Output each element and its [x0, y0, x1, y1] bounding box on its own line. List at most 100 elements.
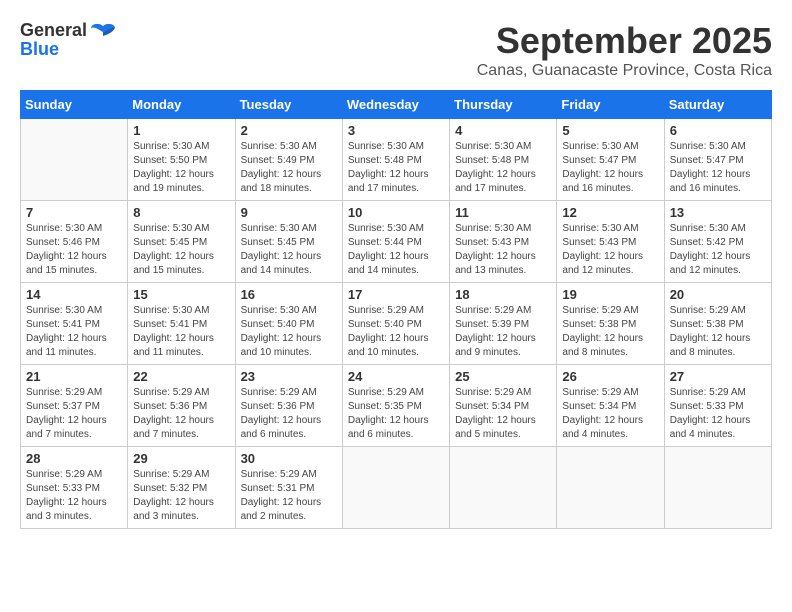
day-number: 13 — [670, 205, 766, 220]
page-header: General Blue September 2025 Canas, Guana… — [20, 20, 772, 80]
calendar-cell: 11Sunrise: 5:30 AM Sunset: 5:43 PM Dayli… — [450, 201, 557, 283]
weekday-header-friday: Friday — [557, 91, 664, 119]
calendar-table: SundayMondayTuesdayWednesdayThursdayFrid… — [20, 90, 772, 529]
month-title: September 2025 — [477, 20, 772, 62]
day-number: 12 — [562, 205, 658, 220]
day-number: 27 — [670, 369, 766, 384]
day-info: Sunrise: 5:30 AM Sunset: 5:45 PM Dayligh… — [241, 222, 337, 278]
day-number: 24 — [348, 369, 444, 384]
calendar-cell: 15 Sunrise: 5:30 AM Sunset: 5:41 PM Dayli… — [128, 283, 235, 365]
calendar-cell — [450, 447, 557, 529]
calendar-cell: 2 Sunrise: 5:30 AM Sunset: 5:49 PM Daylig… — [235, 119, 342, 201]
calendar-cell: 19Sunrise: 5:29 AM Sunset: 5:38 PM Dayli… — [557, 283, 664, 365]
calendar-week-5: 28Sunrise: 5:29 AM Sunset: 5:33 PM Dayli… — [21, 447, 772, 529]
day-info: Sunrise: 5:29 AM Sunset: 5:32 PM Dayligh… — [133, 468, 229, 524]
day-number: 30 — [241, 451, 337, 466]
calendar-cell: 30 Sunrise: 5:29 AM Sunset: 5:31 PM Dayli… — [235, 447, 342, 529]
day-number: 16 — [241, 287, 337, 302]
day-number: 10 — [348, 205, 444, 220]
calendar-week-4: 21Sunrise: 5:29 AM Sunset: 5:37 PM Dayli… — [21, 365, 772, 447]
weekday-header-thursday: Thursday — [450, 91, 557, 119]
day-info: Sunrise: 5:29 AM Sunset: 5:35 PM Dayligh… — [348, 386, 444, 442]
calendar-cell — [342, 447, 449, 529]
day-info: Sunrise: 5:29 AM Sunset: 5:33 PM Dayligh… — [670, 386, 766, 442]
calendar-cell — [664, 447, 771, 529]
location-title: Canas, Guanacaste Province, Costa Rica — [477, 62, 772, 80]
day-info: Sunrise: 5:30 AM Sunset: 5:40 PM Dayligh… — [241, 304, 337, 360]
day-info: Sunrise: 5:30 AM Sunset: 5:41 PM Dayligh… — [133, 304, 229, 360]
day-number: 18 — [455, 287, 551, 302]
day-info: Sunrise: 5:29 AM Sunset: 5:37 PM Dayligh… — [26, 386, 122, 442]
day-info: Sunrise: 5:30 AM Sunset: 5:49 PM Dayligh… — [241, 140, 337, 196]
day-info: Sunrise: 5:30 AM Sunset: 5:50 PM Dayligh… — [133, 140, 229, 196]
day-number: 22 — [133, 369, 229, 384]
calendar-cell: 27 Sunrise: 5:29 AM Sunset: 5:33 PM Dayli… — [664, 365, 771, 447]
day-number: 6 — [670, 123, 766, 138]
day-number: 29 — [133, 451, 229, 466]
weekday-header-saturday: Saturday — [664, 91, 771, 119]
calendar-week-2: 7Sunrise: 5:30 AM Sunset: 5:46 PM Daylig… — [21, 201, 772, 283]
day-number: 4 — [455, 123, 551, 138]
logo-general-text: General — [20, 20, 87, 41]
calendar-cell: 23Sunrise: 5:29 AM Sunset: 5:36 PM Dayli… — [235, 365, 342, 447]
day-info: Sunrise: 5:29 AM Sunset: 5:40 PM Dayligh… — [348, 304, 444, 360]
day-info: Sunrise: 5:30 AM Sunset: 5:48 PM Dayligh… — [348, 140, 444, 196]
day-info: Sunrise: 5:30 AM Sunset: 5:43 PM Dayligh… — [562, 222, 658, 278]
calendar-cell — [557, 447, 664, 529]
day-info: Sunrise: 5:29 AM Sunset: 5:36 PM Dayligh… — [241, 386, 337, 442]
calendar-cell: 25Sunrise: 5:29 AM Sunset: 5:34 PM Dayli… — [450, 365, 557, 447]
day-info: Sunrise: 5:30 AM Sunset: 5:43 PM Dayligh… — [455, 222, 551, 278]
calendar-cell: 22 Sunrise: 5:29 AM Sunset: 5:36 PM Dayli… — [128, 365, 235, 447]
calendar-cell — [21, 119, 128, 201]
day-number: 9 — [241, 205, 337, 220]
calendar-cell: 17 Sunrise: 5:29 AM Sunset: 5:40 PM Dayli… — [342, 283, 449, 365]
calendar-cell: 5Sunrise: 5:30 AM Sunset: 5:47 PM Daylig… — [557, 119, 664, 201]
calendar-cell: 12 Sunrise: 5:30 AM Sunset: 5:43 PM Dayli… — [557, 201, 664, 283]
calendar-body: 1 Sunrise: 5:30 AM Sunset: 5:50 PM Daylig… — [21, 119, 772, 529]
calendar-cell: 13 Sunrise: 5:30 AM Sunset: 5:42 PM Dayli… — [664, 201, 771, 283]
day-number: 14 — [26, 287, 122, 302]
day-info: Sunrise: 5:30 AM Sunset: 5:42 PM Dayligh… — [670, 222, 766, 278]
calendar-cell: 8 Sunrise: 5:30 AM Sunset: 5:45 PM Daylig… — [128, 201, 235, 283]
day-info: Sunrise: 5:29 AM Sunset: 5:39 PM Dayligh… — [455, 304, 551, 360]
weekday-header-wednesday: Wednesday — [342, 91, 449, 119]
calendar-cell: 4 Sunrise: 5:30 AM Sunset: 5:48 PM Daylig… — [450, 119, 557, 201]
day-number: 7 — [26, 205, 122, 220]
logo-bird-icon — [89, 22, 117, 40]
day-number: 17 — [348, 287, 444, 302]
calendar-week-1: 1 Sunrise: 5:30 AM Sunset: 5:50 PM Daylig… — [21, 119, 772, 201]
calendar-week-3: 14 Sunrise: 5:30 AM Sunset: 5:41 PM Dayli… — [21, 283, 772, 365]
calendar-cell: 9 Sunrise: 5:30 AM Sunset: 5:45 PM Daylig… — [235, 201, 342, 283]
day-info: Sunrise: 5:30 AM Sunset: 5:47 PM Dayligh… — [562, 140, 658, 196]
title-block: September 2025 Canas, Guanacaste Provinc… — [477, 20, 772, 80]
day-number: 15 — [133, 287, 229, 302]
day-number: 28 — [26, 451, 122, 466]
calendar-cell: 6 Sunrise: 5:30 AM Sunset: 5:47 PM Daylig… — [664, 119, 771, 201]
weekday-header-tuesday: Tuesday — [235, 91, 342, 119]
day-number: 26 — [562, 369, 658, 384]
calendar-cell: 3 Sunrise: 5:30 AM Sunset: 5:48 PM Daylig… — [342, 119, 449, 201]
day-info: Sunrise: 5:29 AM Sunset: 5:34 PM Dayligh… — [455, 386, 551, 442]
day-number: 2 — [241, 123, 337, 138]
calendar-cell: 29 Sunrise: 5:29 AM Sunset: 5:32 PM Dayli… — [128, 447, 235, 529]
calendar-cell: 16 Sunrise: 5:30 AM Sunset: 5:40 PM Dayli… — [235, 283, 342, 365]
day-info: Sunrise: 5:30 AM Sunset: 5:44 PM Dayligh… — [348, 222, 444, 278]
day-number: 20 — [670, 287, 766, 302]
day-info: Sunrise: 5:30 AM Sunset: 5:48 PM Dayligh… — [455, 140, 551, 196]
day-info: Sunrise: 5:29 AM Sunset: 5:36 PM Dayligh… — [133, 386, 229, 442]
calendar-cell: 18 Sunrise: 5:29 AM Sunset: 5:39 PM Dayli… — [450, 283, 557, 365]
calendar-cell: 1 Sunrise: 5:30 AM Sunset: 5:50 PM Daylig… — [128, 119, 235, 201]
day-info: Sunrise: 5:30 AM Sunset: 5:47 PM Dayligh… — [670, 140, 766, 196]
day-number: 3 — [348, 123, 444, 138]
calendar-cell: 26 Sunrise: 5:29 AM Sunset: 5:34 PM Dayli… — [557, 365, 664, 447]
day-info: Sunrise: 5:29 AM Sunset: 5:31 PM Dayligh… — [241, 468, 337, 524]
day-number: 1 — [133, 123, 229, 138]
day-info: Sunrise: 5:30 AM Sunset: 5:45 PM Dayligh… — [133, 222, 229, 278]
day-number: 8 — [133, 205, 229, 220]
weekday-header-sunday: Sunday — [21, 91, 128, 119]
weekday-header-monday: Monday — [128, 91, 235, 119]
day-info: Sunrise: 5:29 AM Sunset: 5:38 PM Dayligh… — [670, 304, 766, 360]
day-info: Sunrise: 5:29 AM Sunset: 5:34 PM Dayligh… — [562, 386, 658, 442]
calendar-header: SundayMondayTuesdayWednesdayThursdayFrid… — [21, 91, 772, 119]
logo-blue-text: Blue — [20, 39, 59, 59]
